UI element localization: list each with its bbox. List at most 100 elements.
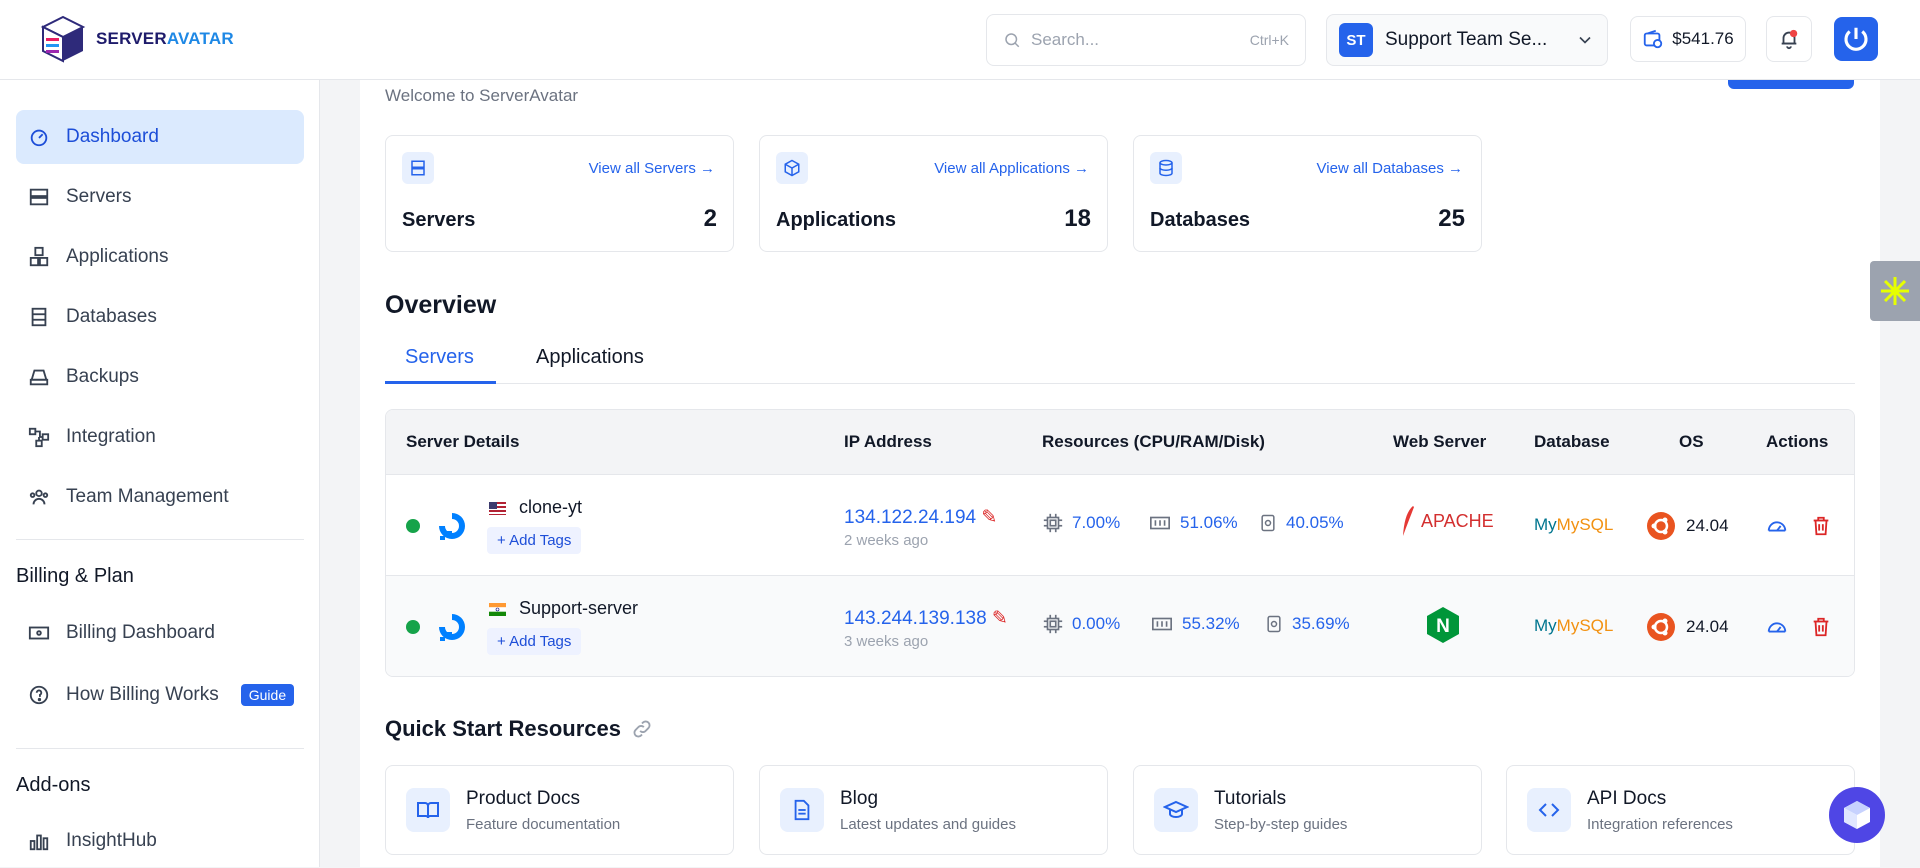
- help-icon: [29, 685, 49, 705]
- overview-title: Overview: [385, 291, 497, 319]
- card-title: API Docs: [1587, 788, 1667, 809]
- delete-icon[interactable]: [1810, 616, 1832, 638]
- active-tab-indicator: [385, 381, 496, 384]
- team-icon: [29, 489, 49, 505]
- billing-icon: [28, 626, 50, 640]
- chart-icon: [29, 834, 49, 851]
- column-header: Actions: [1766, 432, 1829, 451]
- logo-icon: [40, 15, 86, 63]
- disk-usage: 40.05%: [1258, 512, 1344, 534]
- delete-icon[interactable]: [1810, 515, 1832, 537]
- server-name[interactable]: clone-yt: [519, 497, 582, 518]
- team-switcher[interactable]: ST Support Team Se...: [1326, 14, 1608, 66]
- monitor-icon[interactable]: [1766, 616, 1788, 638]
- card-title: Tutorials: [1214, 788, 1287, 809]
- view-all-servers-link[interactable]: View all Servers →: [589, 160, 715, 177]
- feedback-side-tab[interactable]: [1870, 261, 1920, 321]
- tab-servers[interactable]: Servers: [405, 346, 474, 369]
- add-tags-button[interactable]: + Add Tags: [487, 628, 582, 655]
- card-subtitle: Feature documentation: [466, 816, 621, 833]
- backups-icon: [29, 369, 49, 386]
- stat-value: 2: [703, 205, 717, 232]
- status-online-dot: [406, 519, 420, 533]
- balance-button[interactable]: $541.76: [1630, 16, 1746, 62]
- nginx-logo: N: [1426, 606, 1460, 649]
- edit-icon[interactable]: ✎: [992, 608, 1008, 629]
- table-row[interactable]: clone-yt + Add Tags 134.122.24.194 ✎ 2 w…: [386, 475, 1854, 576]
- created-time: 2 weeks ago: [844, 532, 929, 549]
- mysql-logo: MyMySQL: [1534, 515, 1614, 534]
- sidebar-item-how-billing-works[interactable]: How Billing Works Guide: [16, 668, 304, 722]
- card-subtitle: Latest updates and guides: [840, 816, 1016, 833]
- sidebar-item-integration[interactable]: Integration: [16, 410, 304, 464]
- header-action-button[interactable]: [1728, 80, 1854, 89]
- server-name[interactable]: Support-server: [519, 598, 638, 619]
- os-version: 24.04: [1646, 612, 1729, 642]
- notifications-button[interactable]: [1766, 16, 1812, 62]
- team-name: Support Team Se...: [1385, 29, 1548, 50]
- server-ip[interactable]: 143.244.139.138 ✎: [844, 607, 1008, 630]
- server-ip[interactable]: 134.122.24.194 ✎: [844, 506, 997, 529]
- search-icon: [1005, 33, 1020, 48]
- bell-icon: [1781, 29, 1798, 50]
- created-time: 3 weeks ago: [844, 633, 929, 650]
- sidebar-divider: [16, 748, 304, 749]
- apache-logo: APACHE: [1401, 505, 1494, 537]
- stat-card-databases: View all Databases → Databases 25: [1133, 135, 1482, 252]
- quick-start-api-docs[interactable]: API Docs Integration references: [1506, 765, 1855, 855]
- add-tags-button[interactable]: + Add Tags: [487, 527, 582, 554]
- wallet-icon: [1644, 29, 1663, 49]
- search-input[interactable]: Search... Ctrl+K: [986, 14, 1306, 66]
- ram-usage: 51.06%: [1148, 512, 1238, 534]
- column-header: OS: [1679, 432, 1704, 451]
- stat-label: Servers: [402, 209, 476, 231]
- sidebar-divider: [16, 539, 304, 540]
- ram-usage: 55.32%: [1150, 613, 1240, 635]
- applications-icon: [29, 246, 49, 267]
- cpu-icon: [1043, 614, 1063, 634]
- graduation-cap-icon: [1154, 788, 1198, 832]
- quick-start-blog[interactable]: Blog Latest updates and guides: [759, 765, 1108, 855]
- view-all-applications-link[interactable]: View all Applications →: [934, 160, 1089, 177]
- monitor-icon[interactable]: [1766, 515, 1788, 537]
- cpu-usage: 7.00%: [1042, 512, 1120, 534]
- ram-icon: [1150, 516, 1170, 530]
- tab-applications[interactable]: Applications: [536, 346, 644, 369]
- digitalocean-icon: [439, 513, 465, 540]
- search-placeholder: Search...: [1031, 30, 1100, 49]
- brand-name: SERVERAVATAR: [96, 29, 234, 48]
- table-row[interactable]: Support-server + Add Tags 143.244.139.13…: [386, 576, 1854, 676]
- link-icon[interactable]: [631, 718, 653, 740]
- user-menu-button[interactable]: [1834, 17, 1878, 61]
- sidebar-item-servers[interactable]: Servers: [16, 170, 304, 224]
- integration-icon: [28, 427, 50, 448]
- ram-icon: [1152, 617, 1172, 631]
- sidebar-item-insighthub[interactable]: InsightHub: [16, 814, 304, 868]
- document-icon: [780, 788, 824, 832]
- quick-start-product-docs[interactable]: Product Docs Feature documentation: [385, 765, 734, 855]
- sidebar-item-dashboard[interactable]: Dashboard: [16, 110, 304, 164]
- stat-value: 18: [1064, 205, 1091, 232]
- nginx-letter: N: [1436, 616, 1450, 637]
- edit-icon[interactable]: ✎: [981, 507, 997, 528]
- india-flag-icon: [489, 603, 506, 616]
- sidebar-item-databases[interactable]: Databases: [16, 290, 304, 344]
- brand-logo[interactable]: SERVERAVATAR: [38, 14, 234, 64]
- support-chat-button[interactable]: [1829, 787, 1885, 843]
- quick-start-tutorials[interactable]: Tutorials Step-by-step guides: [1133, 765, 1482, 855]
- column-header: Server Details: [406, 432, 520, 451]
- cube-icon: [776, 152, 808, 184]
- stat-card-applications: View all Applications → Applications 18: [759, 135, 1108, 252]
- welcome-text: Welcome to ServerAvatar: [385, 86, 579, 105]
- column-header: Resources (CPU/RAM/Disk): [1042, 432, 1265, 451]
- sidebar-item-billing-dashboard[interactable]: Billing Dashboard: [16, 606, 304, 660]
- stat-card-servers: View all Servers → Servers 2: [385, 135, 734, 252]
- addons-section-title: Add-ons: [16, 774, 91, 796]
- sidebar-item-team-management[interactable]: Team Management: [16, 470, 304, 524]
- sidebar-item-applications[interactable]: Applications: [16, 230, 304, 284]
- sidebar-item-backups[interactable]: Backups: [16, 350, 304, 404]
- view-all-databases-link[interactable]: View all Databases →: [1317, 160, 1463, 177]
- servers-icon: [402, 152, 434, 184]
- stat-value: 25: [1438, 205, 1465, 232]
- status-online-dot: [406, 620, 420, 634]
